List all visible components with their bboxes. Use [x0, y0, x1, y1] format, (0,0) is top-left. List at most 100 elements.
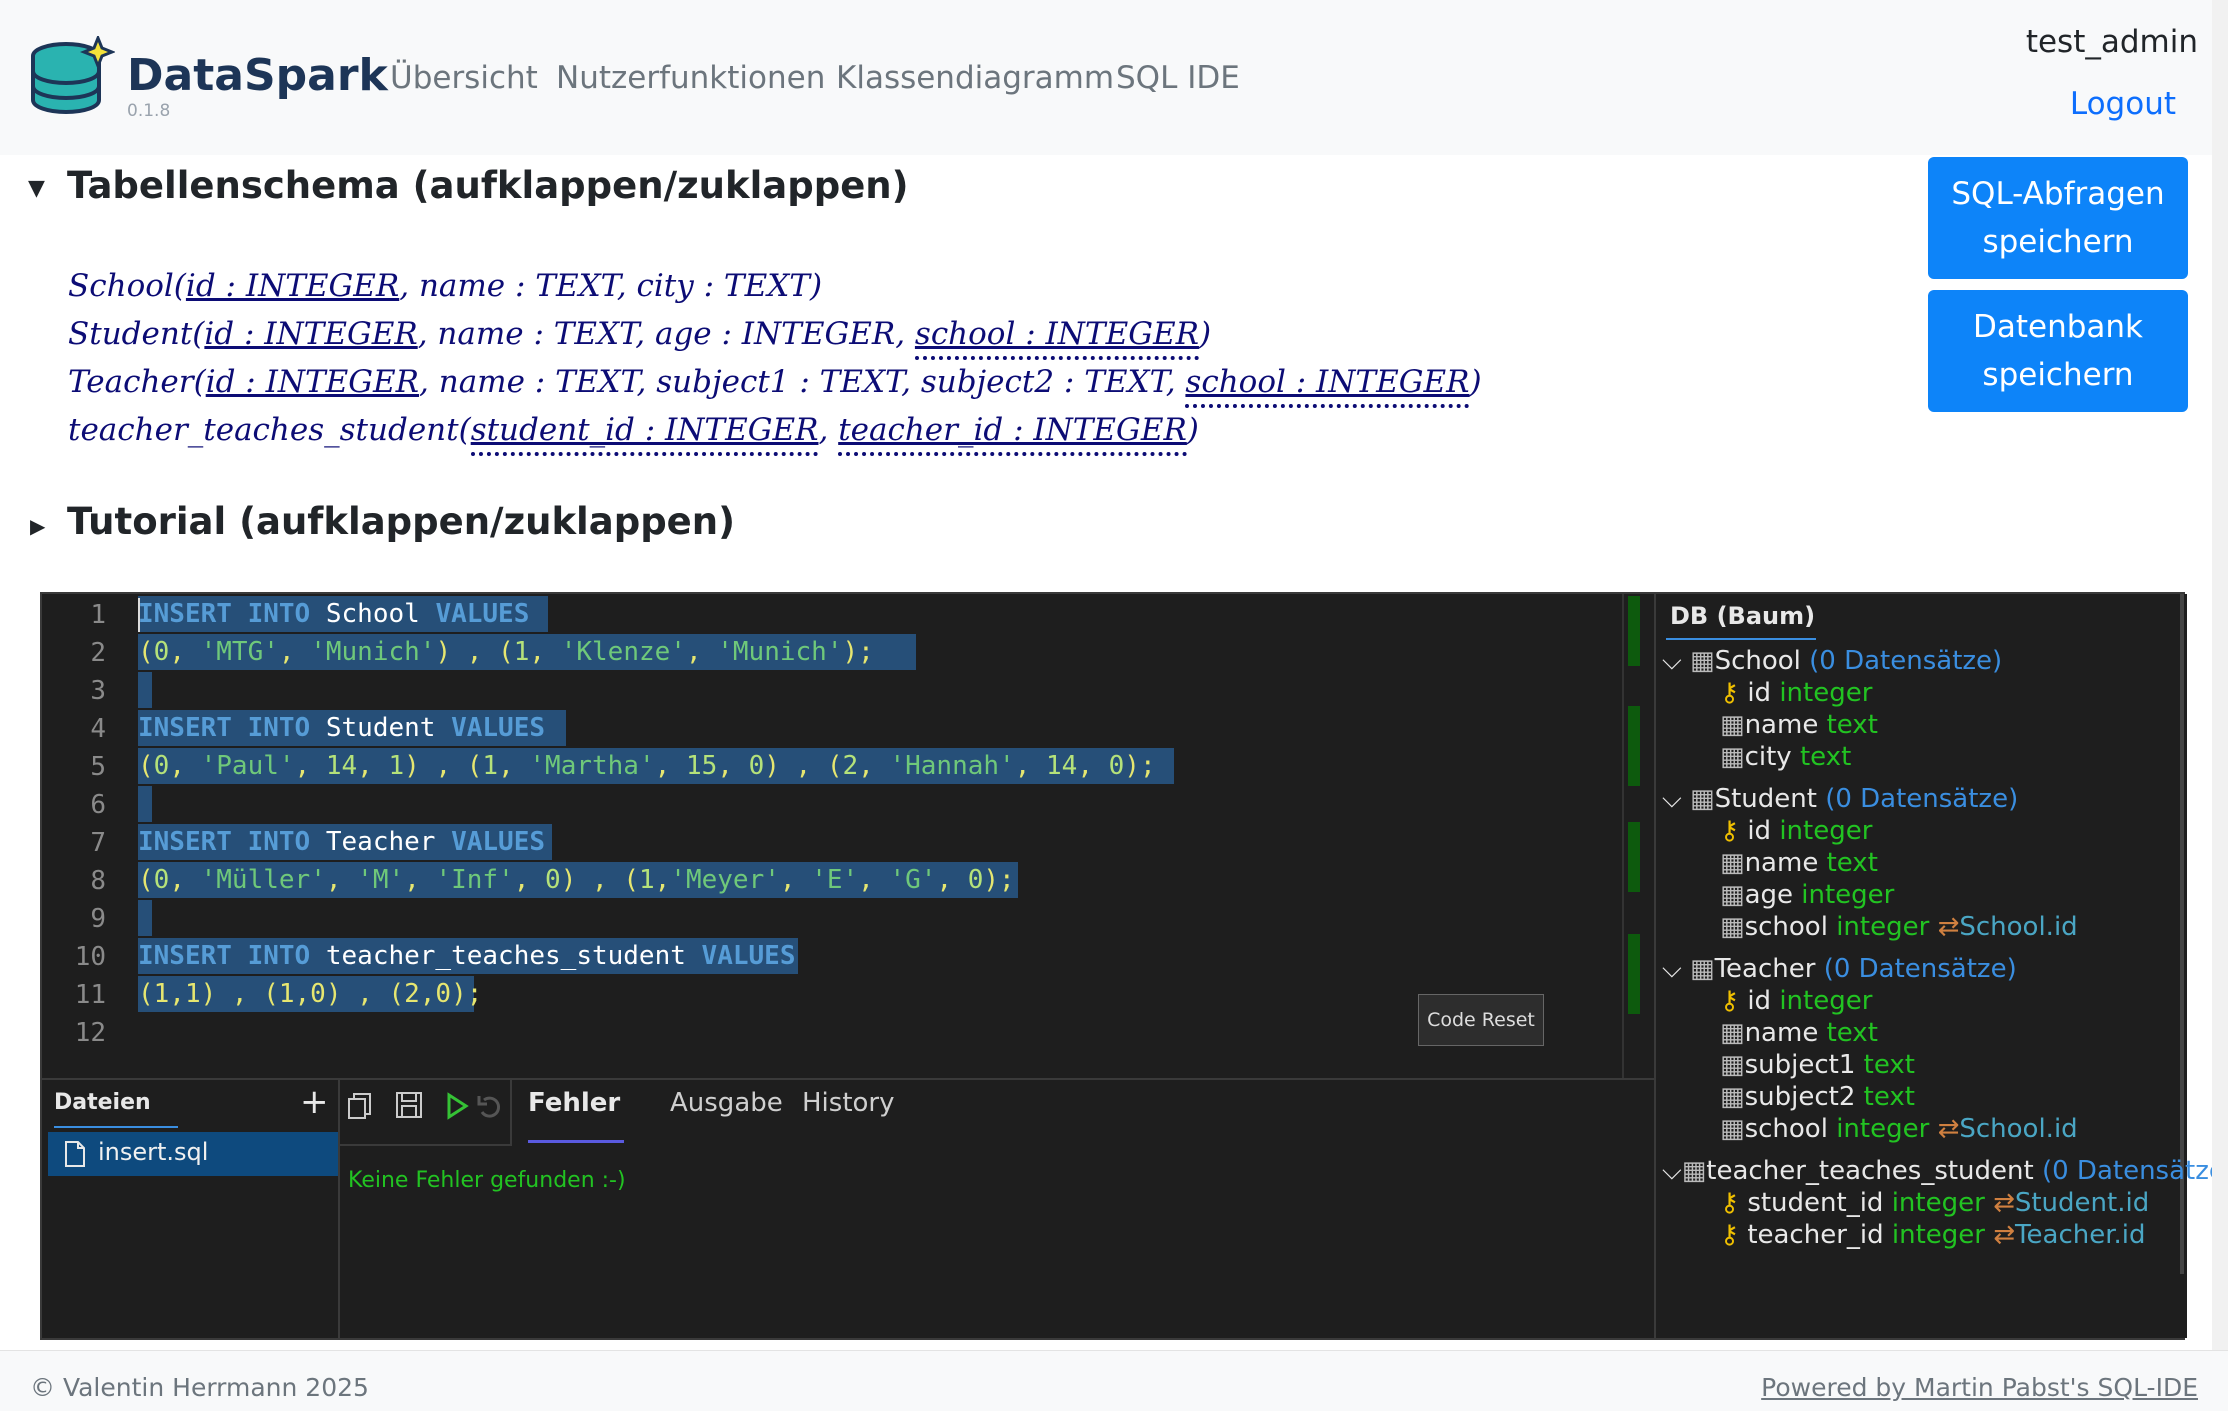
tree-column-school-id[interactable]: ⚷ id integer: [1720, 678, 1872, 708]
schema-teacher: Teacher(id : INTEGER, name : TEXT, subje…: [68, 364, 1482, 408]
foreign-key-icon: ⇄: [1937, 912, 1960, 942]
save-queries-label-2: speichern: [1982, 224, 2134, 260]
user-name: test_admin: [2025, 24, 2198, 60]
code-line-10: INSERT INTO teacher_teaches_student VALU…: [138, 938, 798, 974]
code-line-5: (0, 'Paul', 14, 1) , (1, 'Martha', 15, 0…: [138, 748, 1174, 784]
files-title: Dateien: [54, 1090, 151, 1115]
nav-link-sql-ide[interactable]: SQL IDE: [1116, 60, 1240, 96]
navbar: DataSpark 0.1.8 Übersicht Nutzerfunktion…: [0, 0, 2228, 155]
schema-school: School(id : INTEGER, name : TEXT, city :…: [68, 268, 823, 304]
page-scrollbar[interactable]: [2212, 0, 2228, 1350]
column-icon: ▦: [1720, 1082, 1745, 1112]
column-icon: ▦: [1720, 742, 1745, 772]
active-tab-underline: [528, 1140, 624, 1143]
sql-ide: 1 2 3 4 5 6 7 8 9 10 11 12 INSERT INTO School VALUE…: [40, 592, 2228, 1340]
copy-icon[interactable]: [346, 1090, 376, 1120]
code-line-11: (1,1) , (1,0) , (2,0);: [138, 976, 482, 1012]
nav-link-class-diagram[interactable]: Klassendiagramm: [836, 60, 1114, 96]
nav-link-user-functions[interactable]: Nutzerfunktionen: [556, 60, 825, 96]
column-icon: ▦: [1720, 1050, 1745, 1080]
code-reset-button[interactable]: Code Reset: [1418, 994, 1544, 1046]
files-title-underline: [54, 1126, 178, 1128]
tree-column-student-school[interactable]: ▦school integer ⇄School.id: [1720, 912, 2078, 942]
table-icon: ▦: [1689, 954, 1715, 984]
run-icon[interactable]: [444, 1092, 470, 1120]
line-numbers: 1 2 3 4 5 6 7 8 9 10 11 12: [74, 600, 106, 1048]
file-name: insert.sql: [98, 1138, 209, 1166]
editor-toolbar: [340, 1080, 512, 1146]
expanded-triangle-icon[interactable]: ▼: [28, 176, 45, 201]
save-db-label-2: speichern: [1982, 357, 2134, 393]
column-icon: ▦: [1720, 880, 1745, 910]
tree-column-student-id[interactable]: ⚷ id integer: [1720, 816, 1872, 846]
brand-name[interactable]: DataSpark: [127, 50, 388, 101]
ruler-marker: [1628, 934, 1640, 1014]
db-tree-title-underline: [1666, 638, 1816, 640]
tree-column-student-name[interactable]: ▦name text: [1720, 848, 1878, 878]
chevron-down-icon[interactable]: ⌵: [1662, 954, 1682, 984]
tree-table-school[interactable]: ⌵ ▦School (0 Datensätze): [1662, 646, 2002, 677]
code-line-7: INSERT INTO Teacher VALUES: [138, 824, 552, 860]
file-item-insert-sql[interactable]: insert.sql: [48, 1132, 338, 1176]
chevron-down-icon[interactable]: ⌵: [1662, 1156, 1682, 1186]
bottom-panel: Dateien + insert.sql Fehler Ausgabe Hist…: [42, 1078, 1654, 1340]
tree-table-teacher-teaches-student[interactable]: ⌵▦teacher_teaches_student (0 Datensätze): [1662, 1156, 2228, 1187]
column-icon: ▦: [1720, 912, 1745, 942]
key-icon: ⚷: [1720, 986, 1740, 1016]
save-db-label-1: Datenbank: [1972, 309, 2143, 345]
save-database-button[interactable]: Datenbank speichern: [1928, 290, 2188, 412]
key-icon: ⚷: [1720, 1220, 1740, 1250]
ruler-marker: [1628, 706, 1640, 786]
logout-link[interactable]: Logout: [2070, 86, 2176, 122]
editor-scrollbar[interactable]: [1622, 594, 1624, 1078]
code-line-2: (0, 'MTG', 'Munich') , (1, 'Klenze', 'Mu…: [138, 634, 916, 670]
app-version: 0.1.8: [127, 101, 171, 121]
key-icon: ⚷: [1720, 678, 1740, 708]
undo-icon[interactable]: [476, 1092, 504, 1120]
tree-column-student-age[interactable]: ▦age integer: [1720, 880, 1894, 910]
code-line-3: [138, 672, 152, 708]
footer: © Valentin Herrmann 2025 Powered by Mart…: [0, 1350, 2228, 1411]
tree-column-teacher-subject2[interactable]: ▦subject2 text: [1720, 1082, 1915, 1112]
chevron-down-icon[interactable]: ⌵: [1662, 646, 1682, 676]
code-editor[interactable]: 1 2 3 4 5 6 7 8 9 10 11 12 INSERT INTO School VALUE…: [42, 594, 1652, 1078]
files-panel: Dateien + insert.sql: [42, 1080, 340, 1340]
db-tree-title: DB (Baum): [1670, 602, 1816, 630]
column-icon: ▦: [1720, 710, 1745, 740]
add-file-icon[interactable]: +: [300, 1082, 329, 1122]
chevron-down-icon[interactable]: ⌵: [1662, 784, 1682, 814]
copyright: © Valentin Herrmann 2025: [30, 1373, 369, 1402]
save-icon[interactable]: [394, 1090, 424, 1120]
tree-column-teacher-name[interactable]: ▦name text: [1720, 1018, 1878, 1048]
nav-link-overview[interactable]: Übersicht: [390, 60, 538, 96]
tree-column-tts-teacher-id[interactable]: ⚷ teacher_id integer ⇄Teacher.id: [1720, 1220, 2146, 1250]
tree-table-student[interactable]: ⌵ ▦Student (0 Datensätze): [1662, 784, 2018, 815]
tree-column-tts-student-id[interactable]: ⚷ student_id integer ⇄Student.id: [1720, 1188, 2149, 1218]
tutorial-toggle-title[interactable]: Tutorial (aufklappen/zuklappen): [67, 500, 735, 543]
schema-toggle-title[interactable]: Tabellenschema (aufklappen/zuklappen): [67, 164, 909, 207]
tab-errors[interactable]: Fehler: [528, 1088, 620, 1118]
code-line-9: [138, 900, 152, 936]
tree-table-teacher[interactable]: ⌵ ▦Teacher (0 Datensätze): [1662, 954, 2017, 985]
powered-by-link[interactable]: Powered by Martin Pabst's SQL-IDE: [1761, 1373, 2198, 1402]
key-icon: ⚷: [1720, 816, 1740, 846]
schema-teacher-teaches-student: teacher_teaches_student(student_id : INT…: [68, 412, 1199, 456]
tree-column-school-city[interactable]: ▦city text: [1720, 742, 1851, 772]
tab-history[interactable]: History: [802, 1088, 895, 1118]
table-icon: ▦: [1689, 784, 1715, 814]
file-icon: [65, 1141, 85, 1167]
table-icon: ▦: [1681, 1156, 1707, 1186]
key-icon: ⚷: [1720, 1188, 1740, 1218]
tree-column-teacher-id[interactable]: ⚷ id integer: [1720, 986, 1872, 1016]
tab-output[interactable]: Ausgabe: [670, 1088, 783, 1118]
error-message: Keine Fehler gefunden :-): [348, 1168, 626, 1193]
foreign-key-icon: ⇄: [1937, 1114, 1960, 1144]
tree-column-teacher-subject1[interactable]: ▦subject1 text: [1720, 1050, 1915, 1080]
foreign-key-icon: ⇄: [1993, 1220, 2016, 1250]
code-line-6: [138, 786, 152, 822]
tree-column-teacher-school[interactable]: ▦school integer ⇄School.id: [1720, 1114, 2078, 1144]
tree-column-school-name[interactable]: ▦name text: [1720, 710, 1878, 740]
collapsed-triangle-icon[interactable]: ▶: [30, 514, 45, 538]
database-sparkle-icon[interactable]: [30, 36, 115, 120]
save-queries-button[interactable]: SQL-Abfragen speichern: [1928, 157, 2188, 279]
